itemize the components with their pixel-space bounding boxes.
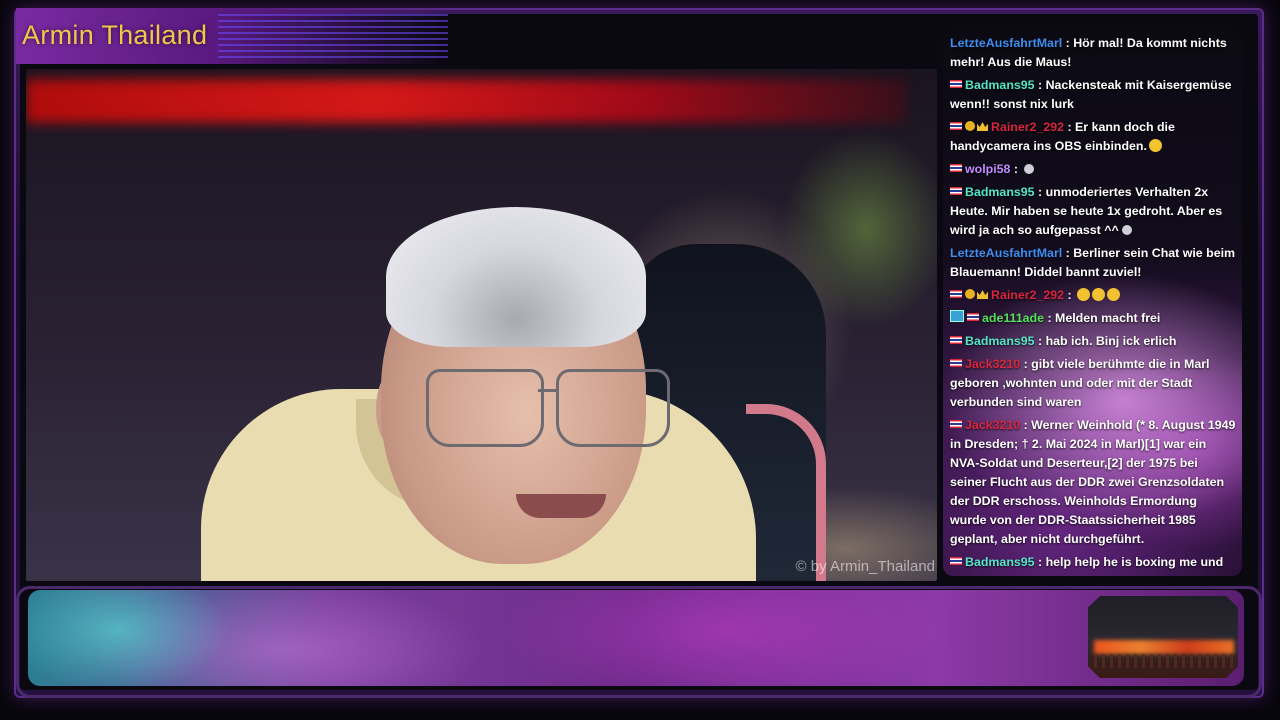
chat-username[interactable]: Badmans95 bbox=[965, 78, 1035, 92]
thai-flag-icon bbox=[950, 336, 962, 344]
chat-message: Badmans95 : unmoderiertes Verhalten 2x H… bbox=[950, 183, 1236, 240]
crown-badge-icon bbox=[977, 122, 988, 131]
laughing-emoji-icon bbox=[1077, 288, 1091, 301]
chat-username[interactable]: Rainer2_292 bbox=[991, 288, 1064, 302]
thai-flag-icon bbox=[950, 187, 962, 195]
chat-separator: : bbox=[1034, 555, 1046, 569]
channel-title: Armin Thailand bbox=[22, 20, 208, 50]
chat-separator: : bbox=[1034, 334, 1046, 348]
background-light bbox=[26, 79, 906, 123]
thinking-emoji-icon bbox=[1148, 139, 1162, 152]
chat-message: Jack3210 : gibt viele berühmte die in Ma… bbox=[950, 355, 1236, 412]
badge-icon bbox=[965, 289, 975, 299]
chat-separator: : bbox=[1044, 311, 1056, 325]
badge-icon bbox=[965, 121, 975, 131]
country-flag-icon bbox=[950, 310, 964, 322]
chat-message-list[interactable]: LetzteAusfahrtMarl : Hör mal! Da kommt n… bbox=[943, 30, 1242, 576]
thai-flag-icon bbox=[950, 164, 962, 172]
chat-username[interactable]: Jack3210 bbox=[965, 357, 1020, 371]
bottom-decoration-bar bbox=[28, 590, 1244, 686]
chat-separator: : bbox=[1020, 418, 1032, 432]
webcam-video[interactable]: © by Armin_Thailand bbox=[26, 69, 937, 581]
mini-camera-lights bbox=[1094, 640, 1234, 654]
glasses-right-lens bbox=[556, 369, 670, 447]
emote-icon bbox=[1024, 164, 1035, 174]
chat-separator: : bbox=[1034, 78, 1046, 92]
chat-username[interactable]: Badmans95 bbox=[965, 334, 1035, 348]
mini-camera-detail bbox=[1094, 654, 1234, 668]
chat-panel[interactable]: LetzteAusfahrtMarl : Hör mal! Da kommt n… bbox=[943, 30, 1242, 576]
chat-message: Jack3210 : Werner Weinhold (* 8. August … bbox=[950, 416, 1236, 549]
chat-separator: : bbox=[1020, 357, 1032, 371]
chat-message: ade111ade : Melden macht frei bbox=[950, 309, 1236, 328]
chat-username[interactable]: Badmans95 bbox=[965, 185, 1035, 199]
chat-message: Rainer2_292 : Er kann doch die handycame… bbox=[950, 118, 1236, 156]
title-decoration bbox=[218, 14, 448, 58]
chat-separator: : bbox=[1034, 185, 1046, 199]
chat-message: Badmans95 : Nackensteak mit Kaisergemüse… bbox=[950, 76, 1236, 114]
chat-message: LetzteAusfahrtMarl : Berliner sein Chat … bbox=[950, 244, 1236, 282]
thai-flag-icon bbox=[950, 122, 962, 130]
glasses-bridge bbox=[538, 389, 558, 392]
laughing-emoji-icon bbox=[1092, 288, 1106, 301]
chat-separator: : bbox=[1064, 288, 1076, 302]
chat-separator: : bbox=[1062, 246, 1074, 260]
thai-flag-icon bbox=[950, 557, 962, 565]
chat-separator: : bbox=[1064, 120, 1076, 134]
chair-armrest bbox=[746, 404, 826, 581]
video-watermark: © by Armin_Thailand bbox=[795, 558, 935, 575]
thai-flag-icon bbox=[950, 290, 962, 298]
chat-text: hab ich. Binj ick erlich bbox=[1045, 334, 1177, 348]
chat-text: Melden macht frei bbox=[1055, 311, 1161, 325]
emote-icon bbox=[1121, 225, 1132, 235]
chat-username[interactable]: LetzteAusfahrtMarl bbox=[950, 246, 1062, 260]
chat-separator: : bbox=[1062, 36, 1074, 50]
chat-message: Badmans95 : help help he is boxing me un… bbox=[950, 553, 1236, 576]
thai-flag-icon bbox=[950, 80, 962, 88]
chat-username[interactable]: LetzteAusfahrtMarl bbox=[950, 36, 1062, 50]
chat-username[interactable]: ade111ade bbox=[982, 311, 1044, 325]
streamer-mouth bbox=[516, 494, 606, 518]
chat-message: wolpi58 : bbox=[950, 160, 1236, 179]
crown-badge-icon bbox=[977, 290, 988, 299]
thai-flag-icon bbox=[967, 313, 979, 321]
thai-flag-icon bbox=[950, 420, 962, 428]
chat-text: Werner Weinhold (* 8. August 1949 in Dre… bbox=[950, 418, 1236, 546]
chat-username[interactable]: Rainer2_292 bbox=[991, 120, 1064, 134]
wink-emoji-icon bbox=[1107, 288, 1121, 301]
chat-message: LetzteAusfahrtMarl : Hör mal! Da kommt n… bbox=[950, 34, 1236, 72]
chat-message: Rainer2_292 : bbox=[950, 286, 1236, 305]
thai-flag-icon bbox=[950, 359, 962, 367]
chat-message: Badmans95 : hab ich. Binj ick erlich bbox=[950, 332, 1236, 351]
chat-username[interactable]: Jack3210 bbox=[965, 418, 1020, 432]
chat-separator: : bbox=[1010, 162, 1022, 176]
streamer-hair bbox=[386, 207, 646, 347]
mini-camera-preview[interactable] bbox=[1088, 596, 1238, 678]
chat-username[interactable]: Badmans95 bbox=[965, 555, 1035, 569]
chat-username[interactable]: wolpi58 bbox=[965, 162, 1010, 176]
glasses-left-lens bbox=[426, 369, 544, 447]
